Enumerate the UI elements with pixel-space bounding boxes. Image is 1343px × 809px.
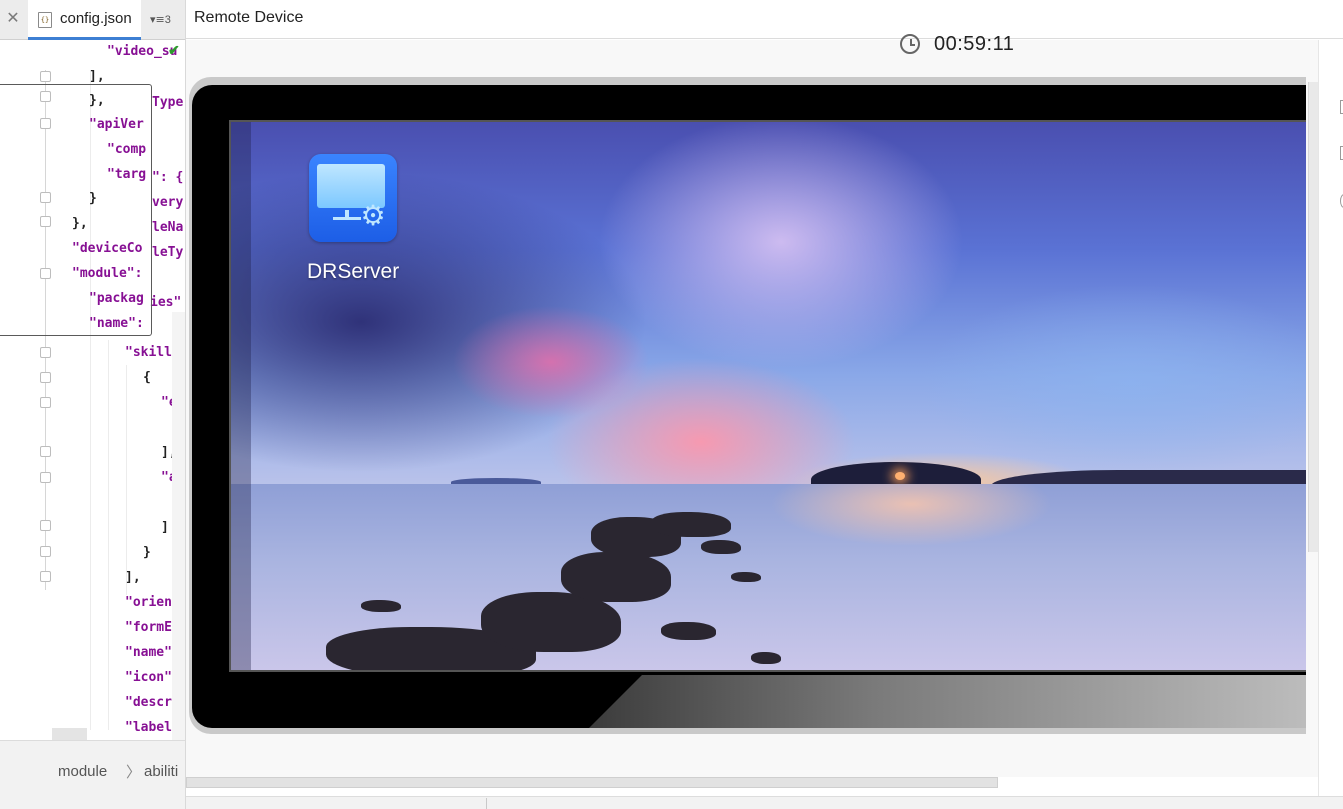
code-preview-popup: [0, 84, 152, 336]
remote-device-pane: Remote Device 00:59:11 ⚙ DRServer: [186, 0, 1343, 809]
breadcrumb-module[interactable]: module: [58, 763, 107, 780]
wallpaper-rock: [701, 540, 741, 554]
ide-window: ✕ {} config.json ▾≡3 "video_su ✔],}, T…: [0, 0, 1343, 809]
code-line: ]: [161, 520, 169, 535]
status-bar: [186, 796, 1343, 809]
wallpaper-sun: [895, 472, 905, 480]
tab-overflow-count: 3: [164, 14, 171, 26]
breadcrumb: module 〉 abiliti: [0, 740, 185, 809]
session-timer: 00:59:11: [934, 33, 1015, 55]
editor-horizontal-scrollbar[interactable]: [52, 728, 87, 740]
fold-marker[interactable]: [40, 372, 51, 383]
code-line-behind: leTy: [152, 245, 184, 260]
clock-hand: [910, 44, 915, 46]
json-file-icon: {}: [38, 12, 52, 28]
status-divider: [486, 798, 487, 809]
panel-title: Remote Device: [194, 9, 304, 26]
breadcrumb-separator-icon: 〉: [126, 764, 142, 781]
check-icon: ✔: [168, 42, 180, 58]
wallpaper-rock: [361, 600, 401, 612]
fold-marker[interactable]: [40, 71, 51, 82]
code-line-behind: Type: [152, 95, 184, 110]
gear-icon: ⚙: [360, 199, 386, 232]
code-line-behind: leNa: [152, 220, 184, 235]
fold-marker[interactable]: [40, 546, 51, 557]
horizontal-scrollbar[interactable]: [186, 777, 998, 788]
editor-pane: ✕ {} config.json ▾≡3 "video_su ✔],}, T…: [0, 0, 186, 809]
monitor-base: [333, 217, 361, 220]
close-icon[interactable]: ✕: [4, 10, 22, 28]
fold-marker[interactable]: [40, 472, 51, 483]
code-line: ],: [125, 570, 141, 585]
code-line: {: [143, 370, 151, 385]
fold-marker[interactable]: [40, 446, 51, 457]
wallpaper-rock: [661, 622, 716, 640]
fold-marker[interactable]: [40, 347, 51, 358]
tab-list-icon: ▾≡: [150, 13, 165, 26]
remote-device-header: Remote Device: [186, 0, 1343, 39]
wallpaper-rock: [731, 572, 761, 582]
tab-config-json[interactable]: {} config.json: [28, 0, 141, 40]
drserver-app-icon[interactable]: ⚙: [309, 154, 397, 242]
indent-guide: [108, 340, 109, 730]
breadcrumb-abilities[interactable]: abiliti: [144, 763, 178, 780]
wallpaper-rock: [751, 652, 781, 664]
wallpaper-rock: [561, 552, 671, 602]
device-screen[interactable]: ⚙ DRServer: [229, 120, 1306, 672]
screen-edge-shadow: [231, 122, 251, 670]
code-line-behind: ies": [150, 295, 182, 310]
fold-marker[interactable]: [40, 571, 51, 582]
bezel-reflection: [582, 675, 1306, 728]
editor-scroll-stripe: [172, 312, 185, 740]
fold-marker[interactable]: [40, 397, 51, 408]
tab-overflow-button[interactable]: ▾≡3: [150, 13, 171, 26]
indent-guide: [126, 365, 127, 595]
code-line-behind: very: [152, 195, 184, 210]
code-line: "video_su: [107, 44, 178, 59]
editor-tab-bar: ✕ {} config.json ▾≡3: [0, 0, 185, 40]
code-line: }: [143, 545, 151, 560]
wallpaper-rock: [651, 512, 731, 537]
fold-marker[interactable]: [40, 520, 51, 531]
tab-label: config.json: [60, 10, 132, 27]
code-line-behind: ": {: [152, 170, 184, 185]
app-label[interactable]: DRServer: [307, 260, 399, 284]
vertical-scrollbar[interactable]: [1308, 82, 1318, 552]
clock-icon: [900, 34, 920, 54]
code-line: ],: [89, 69, 105, 84]
